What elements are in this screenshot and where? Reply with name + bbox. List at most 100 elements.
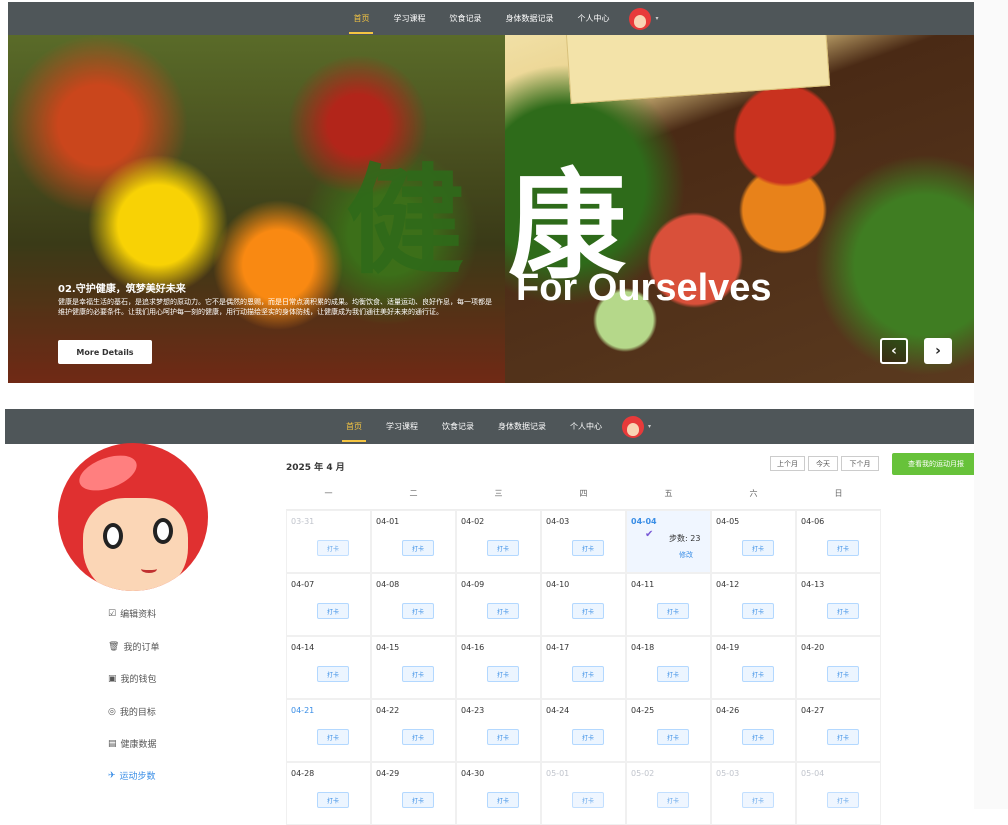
calendar-day[interactable]: 03-31 打卡 (286, 510, 371, 573)
calendar-day[interactable]: 04-26 打卡 (711, 699, 796, 762)
checkin-button[interactable]: 打卡 (572, 666, 604, 682)
checkin-button[interactable]: 打卡 (317, 729, 349, 745)
calendar-day[interactable]: 04-25 打卡 (626, 699, 711, 762)
checkin-button[interactable]: 打卡 (742, 666, 774, 682)
nav-item-4[interactable]: 个人中心 (558, 417, 614, 437)
nav-item-2[interactable]: 饮食记录 (430, 417, 486, 437)
nav-item-0[interactable]: 首页 (341, 9, 381, 34)
prev-month-button[interactable]: 上个月 (770, 456, 805, 471)
calendar-day[interactable]: 04-21 打卡 (286, 699, 371, 762)
checkin-button[interactable]: 打卡 (827, 666, 859, 682)
day-label: 04-30 (461, 769, 485, 778)
checkin-button[interactable]: 打卡 (657, 729, 689, 745)
checkin-button[interactable]: 打卡 (827, 729, 859, 745)
checkin-button[interactable]: 打卡 (572, 603, 604, 619)
sidebar-item-0[interactable]: ☑ 编辑资料 (108, 607, 156, 621)
checkin-button[interactable]: 打卡 (827, 792, 859, 808)
checkin-button[interactable]: 打卡 (742, 540, 774, 556)
checkin-button[interactable]: 打卡 (317, 540, 349, 556)
checkin-button[interactable]: 打卡 (402, 792, 434, 808)
calendar-day[interactable]: 04-20 打卡 (796, 636, 881, 699)
calendar-day[interactable]: 04-09 打卡 (456, 573, 541, 636)
avatar-icon[interactable] (629, 7, 652, 30)
calendar-day[interactable]: 05-01 打卡 (541, 762, 626, 825)
chevron-left-icon[interactable]: ‹ (880, 338, 908, 364)
checkin-button[interactable]: 打卡 (742, 729, 774, 745)
checkin-button[interactable]: 打卡 (402, 540, 434, 556)
checkin-button[interactable]: 打卡 (402, 603, 434, 619)
calendar-day[interactable]: 04-07 打卡 (286, 573, 371, 636)
today-button[interactable]: 今天 (808, 456, 838, 471)
checkin-button[interactable]: 打卡 (657, 603, 689, 619)
sidebar-item-1[interactable]: 🗑 我的订单 (108, 640, 159, 654)
chevron-right-icon[interactable]: › (924, 338, 952, 364)
chevron-down-icon[interactable]: ▾ (655, 15, 658, 22)
nav-item-2[interactable]: 饮食记录 (437, 9, 493, 29)
checkin-button[interactable]: 打卡 (402, 729, 434, 745)
calendar-day[interactable]: 04-22 打卡 (371, 699, 456, 762)
checkin-button[interactable]: 打卡 (487, 603, 519, 619)
checkin-button[interactable]: 打卡 (827, 540, 859, 556)
checkin-button[interactable]: 打卡 (572, 729, 604, 745)
calendar-day[interactable]: 05-04 打卡 (796, 762, 881, 825)
checkin-button[interactable]: 打卡 (487, 792, 519, 808)
profile-avatar[interactable] (58, 443, 208, 591)
calendar-day[interactable]: 04-17 打卡 (541, 636, 626, 699)
calendar-day[interactable]: 04-05 打卡 (711, 510, 796, 573)
checkin-button[interactable]: 打卡 (317, 603, 349, 619)
calendar-day[interactable]: 04-11 打卡 (626, 573, 711, 636)
calendar-day[interactable]: 04-06 打卡 (796, 510, 881, 573)
sidebar-item-2[interactable]: ▣ 我的钱包 (108, 672, 157, 686)
checkin-button[interactable]: 打卡 (742, 603, 774, 619)
monthly-report-button[interactable]: 查看我的运动月报 (892, 453, 980, 475)
calendar-day[interactable]: 04-13 打卡 (796, 573, 881, 636)
checkin-button[interactable]: 打卡 (317, 792, 349, 808)
checkin-button[interactable]: 打卡 (402, 666, 434, 682)
nav-item-1[interactable]: 学习课程 (374, 417, 430, 437)
calendar-day[interactable]: 04-19 打卡 (711, 636, 796, 699)
checkin-button[interactable]: 打卡 (742, 792, 774, 808)
checkin-button[interactable]: 打卡 (657, 792, 689, 808)
nav-item-3[interactable]: 身体数据记录 (486, 417, 558, 437)
checkin-button[interactable]: 打卡 (827, 603, 859, 619)
checkin-button[interactable]: 打卡 (572, 792, 604, 808)
calendar-day[interactable]: 04-08 打卡 (371, 573, 456, 636)
sidebar-item-5[interactable]: ✈ 运动步数 (108, 769, 156, 783)
calendar-day[interactable]: 04-16 打卡 (456, 636, 541, 699)
nav-item-4[interactable]: 个人中心 (565, 9, 621, 29)
next-month-button[interactable]: 下个月 (841, 456, 879, 471)
chevron-down-icon[interactable]: ▾ (648, 423, 651, 430)
more-details-button[interactable]: More Details (58, 340, 152, 364)
calendar-day[interactable]: 04-29 打卡 (371, 762, 456, 825)
nav-item-3[interactable]: 身体数据记录 (493, 9, 565, 29)
calendar-day[interactable]: 04-30 打卡 (456, 762, 541, 825)
calendar-day[interactable]: 04-24 打卡 (541, 699, 626, 762)
sidebar-item-3[interactable]: ◎ 我的目标 (108, 705, 156, 719)
checkin-button[interactable]: 打卡 (657, 666, 689, 682)
checkin-button[interactable]: 打卡 (487, 540, 519, 556)
checkin-button[interactable]: 打卡 (572, 540, 604, 556)
sidebar-item-4[interactable]: ▤ 健康数据 (108, 737, 157, 751)
nav-item-1[interactable]: 学习课程 (381, 9, 437, 29)
calendar-day[interactable]: 04-18 打卡 (626, 636, 711, 699)
calendar-day[interactable]: 04-14 打卡 (286, 636, 371, 699)
checkin-button[interactable]: 打卡 (317, 666, 349, 682)
calendar-day[interactable]: 04-04 ✔ 步数: 23 修改 (626, 510, 711, 573)
calendar-day[interactable]: 05-03 打卡 (711, 762, 796, 825)
calendar-day[interactable]: 04-10 打卡 (541, 573, 626, 636)
calendar-day[interactable]: 04-01 打卡 (371, 510, 456, 573)
scrollbar[interactable] (974, 0, 1008, 809)
avatar-icon[interactable] (621, 415, 644, 438)
calendar-day[interactable]: 04-27 打卡 (796, 699, 881, 762)
checkin-button[interactable]: 打卡 (487, 729, 519, 745)
nav-item-0[interactable]: 首页 (334, 417, 374, 442)
calendar-day[interactable]: 04-15 打卡 (371, 636, 456, 699)
calendar-day[interactable]: 04-28 打卡 (286, 762, 371, 825)
edit-link[interactable]: 修改 (679, 550, 693, 560)
calendar-day[interactable]: 04-03 打卡 (541, 510, 626, 573)
calendar-day[interactable]: 04-02 打卡 (456, 510, 541, 573)
checkin-button[interactable]: 打卡 (487, 666, 519, 682)
calendar-day[interactable]: 04-23 打卡 (456, 699, 541, 762)
calendar-day[interactable]: 05-02 打卡 (626, 762, 711, 825)
calendar-day[interactable]: 04-12 打卡 (711, 573, 796, 636)
